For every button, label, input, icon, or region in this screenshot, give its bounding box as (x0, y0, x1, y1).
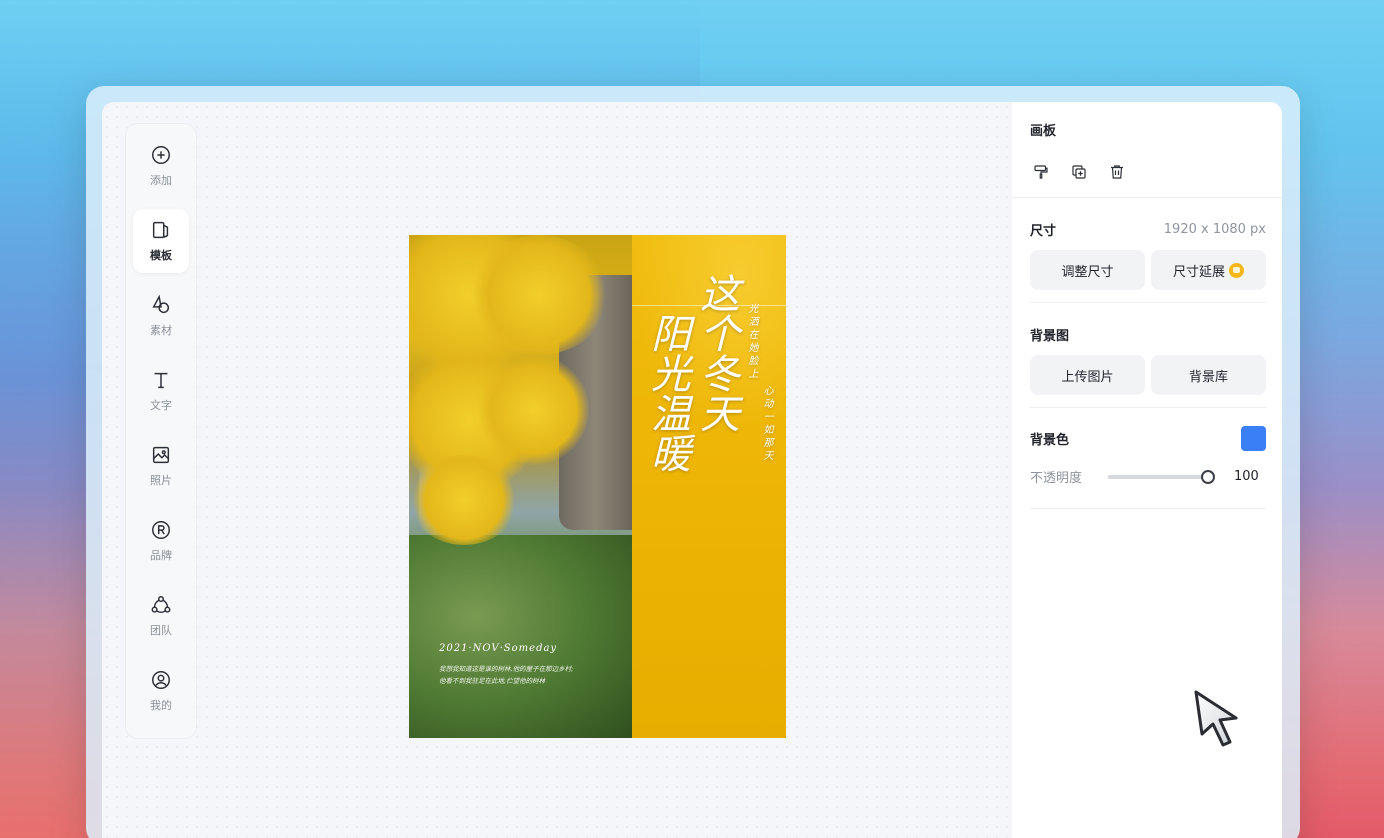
opacity-label: 不透明度 (1030, 471, 1083, 486)
tool-team[interactable]: 团队 (133, 584, 189, 648)
tool-label: 素材 (150, 324, 172, 337)
opacity-slider-fill (1108, 474, 1209, 479)
poster-date: 2021·NOV·Someday (439, 643, 558, 654)
tool-photo[interactable]: 照片 (133, 434, 189, 498)
opacity-slider[interactable] (1108, 469, 1216, 484)
leaf-cluster (409, 455, 519, 545)
paint-roller-icon (1034, 165, 1048, 179)
mouse-cursor-icon (1194, 690, 1238, 747)
poster-subtitle-b: 心动一如那天 (761, 385, 772, 463)
poster-title-b: 阳光温暖 (644, 313, 690, 473)
template-icon (152, 221, 169, 239)
tool-label: 品牌 (150, 549, 172, 562)
registered-icon (152, 521, 170, 539)
background-library-button-label: 背景库 (1188, 369, 1228, 385)
poster-title-a: 这个冬天 (693, 273, 739, 433)
upload-image-button[interactable]: 上传图片 (1030, 355, 1145, 395)
trash-icon (1111, 165, 1123, 179)
tool-assets[interactable]: 素材 (133, 284, 189, 348)
left-toolbar: 添加 模板 素材 文字 照片 品牌 团队 我的 (126, 124, 196, 738)
crown-icon (1229, 262, 1244, 278)
tool-brand[interactable]: 品牌 (133, 509, 189, 573)
tool-template[interactable]: 模板 (133, 209, 189, 273)
upload-image-button-label: 上传图片 (1061, 369, 1114, 385)
tool-label: 添加 (150, 174, 172, 187)
poster-trees (409, 535, 632, 738)
tool-text[interactable]: 文字 (133, 359, 189, 423)
bg-color-swatch[interactable] (1241, 426, 1266, 451)
tool-label: 模板 (150, 249, 172, 262)
image-icon (152, 446, 170, 464)
extend-size-button[interactable]: 尺寸延展 (1151, 250, 1266, 290)
tool-label: 团队 (150, 624, 172, 637)
resize-button[interactable]: 调整尺寸 (1030, 250, 1145, 290)
leaf-cluster (479, 355, 589, 465)
poster-canvas[interactable]: 这个冬天 阳光温暖 光洒在她脸上 心动一如那天 2021·NOV·Someday… (409, 235, 786, 738)
plus-circle-icon (152, 146, 170, 164)
team-icon (151, 596, 171, 613)
tool-label: 照片 (150, 474, 172, 487)
editor-window: 添加 模板 素材 文字 照片 品牌 团队 我的 这个冬天 阳光温暖 光洒在她脸上… (102, 102, 1282, 838)
resize-button-label: 调整尺寸 (1061, 264, 1114, 280)
bg-image-title: 背景图 (1030, 329, 1070, 344)
leaf-cluster (469, 235, 609, 355)
extend-size-button-label: 尺寸延展 (1172, 264, 1225, 280)
opacity-value: 100 (1234, 469, 1259, 484)
poster-caption-1: 我想我知道这是谁的树林,他的屋子在那边乡村; (439, 665, 574, 673)
format-painter-button[interactable] (1030, 161, 1052, 183)
size-title: 尺寸 (1030, 224, 1057, 239)
shapes-icon (152, 294, 170, 314)
background-library-button[interactable]: 背景库 (1151, 355, 1266, 395)
duplicate-button[interactable] (1068, 161, 1090, 183)
duplicate-icon (1072, 165, 1086, 179)
text-icon (154, 372, 168, 389)
tool-mine[interactable]: 我的 (133, 659, 189, 723)
divider (1030, 508, 1266, 509)
poster-caption-2: 他看不到我驻足在此地,伫望他的树林 (439, 677, 546, 685)
size-value: 1920 x 1080 px (1163, 222, 1266, 237)
divider (1030, 407, 1266, 408)
opacity-slider-knob[interactable] (1201, 469, 1216, 484)
tool-label: 文字 (150, 399, 172, 412)
bg-color-title: 背景色 (1030, 433, 1070, 448)
tool-add[interactable]: 添加 (133, 134, 189, 198)
tool-label: 我的 (150, 699, 172, 712)
divider (1030, 302, 1266, 303)
poster-subtitle-a: 光洒在她脸上 (746, 303, 757, 381)
user-circle-icon (152, 671, 170, 689)
board-title: 画板 (1030, 124, 1057, 139)
delete-button[interactable] (1106, 161, 1128, 183)
